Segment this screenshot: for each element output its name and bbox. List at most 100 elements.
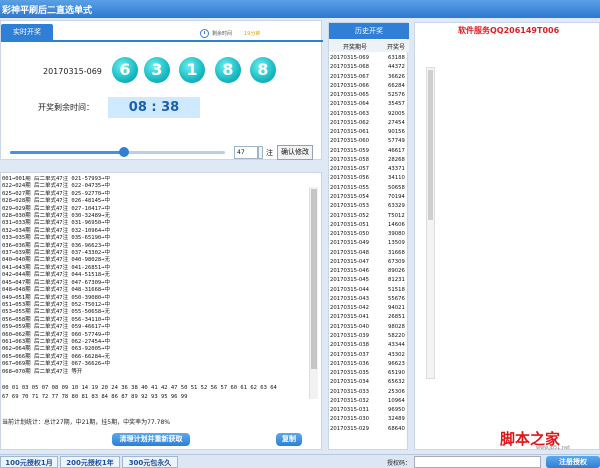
log-line: 022→024期 后二单式47注 022-04735→中 <box>2 183 111 190</box>
history-number: 89026 <box>388 268 405 275</box>
history-period: 20170315-069 <box>330 55 369 61</box>
plan-button-year[interactable]: 200元授权1年 <box>60 456 120 468</box>
history-row[interactable]: 20170315-059 46617 <box>329 147 409 156</box>
history-period: 20170315-038 <box>330 342 369 349</box>
auth-code-input[interactable] <box>414 456 541 468</box>
history-row[interactable]: 20170315-062 27454 <box>329 119 409 128</box>
history-row[interactable]: 20170315-030 32489 <box>329 415 409 424</box>
history-row[interactable]: 20170315-056 34110 <box>329 174 409 183</box>
history-row[interactable]: 20170315-064 35457 <box>329 100 409 109</box>
history-row[interactable]: 20170315-035 65190 <box>329 369 409 378</box>
history-panel: 历史开奖 开奖期号 开奖号 20170315-069 63188 20170315-… <box>328 22 409 450</box>
log-line: 028→028期 后二单式47注 026-48145→中 <box>2 198 111 205</box>
history-row[interactable]: 20170315-045 81231 <box>329 276 409 285</box>
col-period: 开奖期号 <box>343 44 368 51</box>
right-scrollbar[interactable] <box>426 67 435 379</box>
history-row[interactable]: 20170315-032 10964 <box>329 397 409 406</box>
log-line: 033→035期 后二单式47注 035-65190→中 <box>2 235 111 242</box>
history-row[interactable]: 20170315-068 44372 <box>329 63 409 72</box>
history-row[interactable]: 20170315-052 T5012 <box>329 212 409 221</box>
history-row[interactable]: 20170315-058 28268 <box>329 156 409 165</box>
history-row[interactable]: 20170315-057 43371 <box>329 165 409 174</box>
history-row[interactable]: 20170315-049 13509 <box>329 239 409 248</box>
history-number: 35457 <box>388 101 405 108</box>
history-period: 20170315-052 <box>330 212 369 219</box>
bet-count-spinner[interactable] <box>258 146 263 159</box>
history-row[interactable]: 20170315-041 26851 <box>329 313 409 322</box>
history-row[interactable]: 20170315-050 39080 <box>329 230 409 239</box>
history-row[interactable]: 20170315-054 70194 <box>329 193 409 202</box>
history-row[interactable]: 20170315-047 67309 <box>329 258 409 267</box>
history-period: 20170315-036 <box>330 360 369 367</box>
history-row[interactable]: 20170315-055 50658 <box>329 184 409 193</box>
history-row[interactable]: 20170315-033 25306 <box>329 388 409 397</box>
history-row[interactable]: 20170315-051 14606 <box>329 221 409 230</box>
log-line: 045→047期 后二单式47注 047-67309→中 <box>2 279 111 286</box>
history-number: 90156 <box>388 129 405 136</box>
history-row[interactable]: 20170315-060 57749 <box>329 137 409 146</box>
history-row[interactable]: 20170315-040 98028 <box>329 323 409 332</box>
log-scrollbar[interactable] <box>309 187 318 399</box>
history-number: 43302 <box>388 351 405 358</box>
log-line: 040→040期 后二单式47注 040-98028→无 <box>2 257 111 264</box>
history-number: 57749 <box>388 138 405 145</box>
history-row[interactable]: 20170315-038 43344 <box>329 341 409 350</box>
register-button[interactable]: 注册授权 <box>546 456 600 468</box>
number-list-line-2: 67 69 70 71 72 77 78 80 81 83 84 86 87 8… <box>2 394 188 400</box>
bet-count-input[interactable]: 47 <box>234 146 258 159</box>
history-period: 20170315-057 <box>330 166 369 173</box>
history-number: 50658 <box>388 184 405 191</box>
log-line: 031→033期 后二单式47注 031-96950→中 <box>2 220 111 227</box>
history-row[interactable]: 20170315-063 92005 <box>329 110 409 119</box>
history-row[interactable]: 20170315-044 51518 <box>329 286 409 295</box>
history-number: T5012 <box>388 212 405 219</box>
history-number: 31668 <box>388 249 405 256</box>
log-scrollbar-thumb[interactable] <box>311 189 317 369</box>
history-row[interactable]: 20170315-069 63188 <box>329 54 409 63</box>
bet-count-slider[interactable] <box>10 151 225 154</box>
history-row[interactable]: 20170315-039 58220 <box>329 332 409 341</box>
clear-plan-button[interactable]: 清理计划并重新获取 <box>112 433 190 446</box>
history-row[interactable]: 20170315-036 96623 <box>329 360 409 369</box>
history-period: 20170315-047 <box>330 258 369 265</box>
history-number: 10964 <box>388 397 405 404</box>
history-period: 20170315-051 <box>330 221 369 228</box>
history-row[interactable]: 20170315-034 65632 <box>329 378 409 387</box>
history-number: 63329 <box>388 203 405 210</box>
history-row[interactable]: 20170315-061 90156 <box>329 128 409 137</box>
tab-realtime[interactable]: 实时开奖 <box>1 24 53 40</box>
bet-count-unit: 注 <box>266 149 273 157</box>
right-scrollbar-thumb[interactable] <box>428 70 433 220</box>
history-period: 20170315-065 <box>330 92 369 99</box>
history-row[interactable]: 20170315-067 36626 <box>329 73 409 82</box>
history-number: 34110 <box>388 175 405 182</box>
plan-stats: 当前计划统计：总计27期，中21期，挂5期，中奖率为77.78% <box>2 419 170 426</box>
history-period: 20170315-067 <box>330 73 369 80</box>
history-row[interactable]: 20170315-066 66284 <box>329 82 409 91</box>
copy-button[interactable]: 复制 <box>276 433 302 446</box>
ball-3: 1 <box>179 57 205 83</box>
history-row[interactable]: 20170315-029 68640 <box>329 425 409 434</box>
log-line: 056→058期 后二单式47注 056-34110→中 <box>2 316 111 323</box>
history-row[interactable]: 20170315-037 43302 <box>329 351 409 360</box>
history-row[interactable]: 20170315-043 55676 <box>329 295 409 304</box>
history-row[interactable]: 20170315-048 31668 <box>329 249 409 258</box>
history-row[interactable]: 20170315-042 94021 <box>329 304 409 313</box>
log-line: 067→069期 后二单式47注 067-36626→中 <box>2 361 111 368</box>
plan-button-month[interactable]: 100元授权1月 <box>0 456 58 468</box>
history-number: 94021 <box>388 305 405 312</box>
history-number: 65190 <box>388 370 405 377</box>
plan-button-forever[interactable]: 300元包永久 <box>122 456 178 468</box>
history-period: 20170315-040 <box>330 323 369 330</box>
history-number: 66284 <box>388 82 405 89</box>
slider-thumb[interactable] <box>118 147 129 157</box>
confirm-button[interactable]: 确认修改 <box>277 145 313 160</box>
history-period: 20170315-048 <box>330 249 369 256</box>
history-row[interactable]: 20170315-031 96950 <box>329 406 409 415</box>
history-period: 20170315-062 <box>330 119 369 126</box>
history-period: 20170315-050 <box>330 231 369 238</box>
history-row[interactable]: 20170315-065 52576 <box>329 91 409 100</box>
history-row[interactable]: 20170315-046 89026 <box>329 267 409 276</box>
history-row[interactable]: 20170315-053 63329 <box>329 202 409 211</box>
history-number: 26851 <box>388 314 405 321</box>
